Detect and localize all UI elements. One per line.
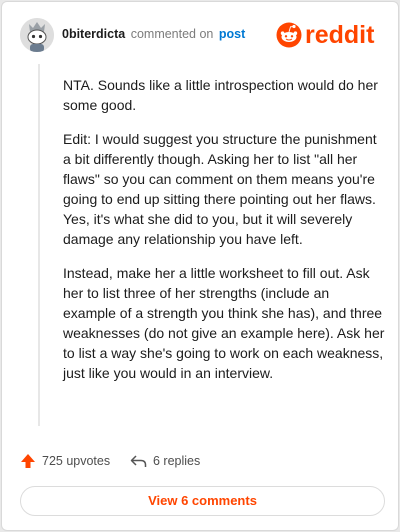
comment-card: 0biterdicta commented on post reddit NTA… [1,1,399,531]
comment-paragraph: Edit: I would suggest you structure the … [63,131,377,247]
replies-button[interactable]: 6 replies [130,450,200,472]
view-comments-button[interactable]: View 6 comments [20,486,385,516]
commented-on-text: commented on [130,27,214,41]
reddit-logo-icon[interactable]: reddit [276,20,382,48]
reply-arrow-icon [130,454,147,467]
upvote-button[interactable]: 725 upvotes [20,450,110,472]
comment-paragraph: NTA. Sounds like a little introspection … [63,77,378,113]
reply-count: 6 replies [153,454,201,468]
upvote-count: 725 upvotes [42,454,111,468]
avatar-icon [20,18,54,52]
comment-header: 0biterdicta commented on post reddit [20,18,382,54]
post-link[interactable]: post [219,27,245,41]
comment-paragraph: Instead, make her a little worksheet to … [63,265,385,381]
comment-meta: 0biterdicta commented on post [62,27,245,41]
user-avatar[interactable] [20,18,54,52]
thread-line[interactable] [38,64,40,426]
username-link[interactable]: 0biterdicta [62,27,125,41]
comment-body: NTA. Sounds like a little introspection … [63,75,385,397]
reddit-logo-text: reddit [305,21,375,48]
upvote-arrow-icon [21,454,35,468]
